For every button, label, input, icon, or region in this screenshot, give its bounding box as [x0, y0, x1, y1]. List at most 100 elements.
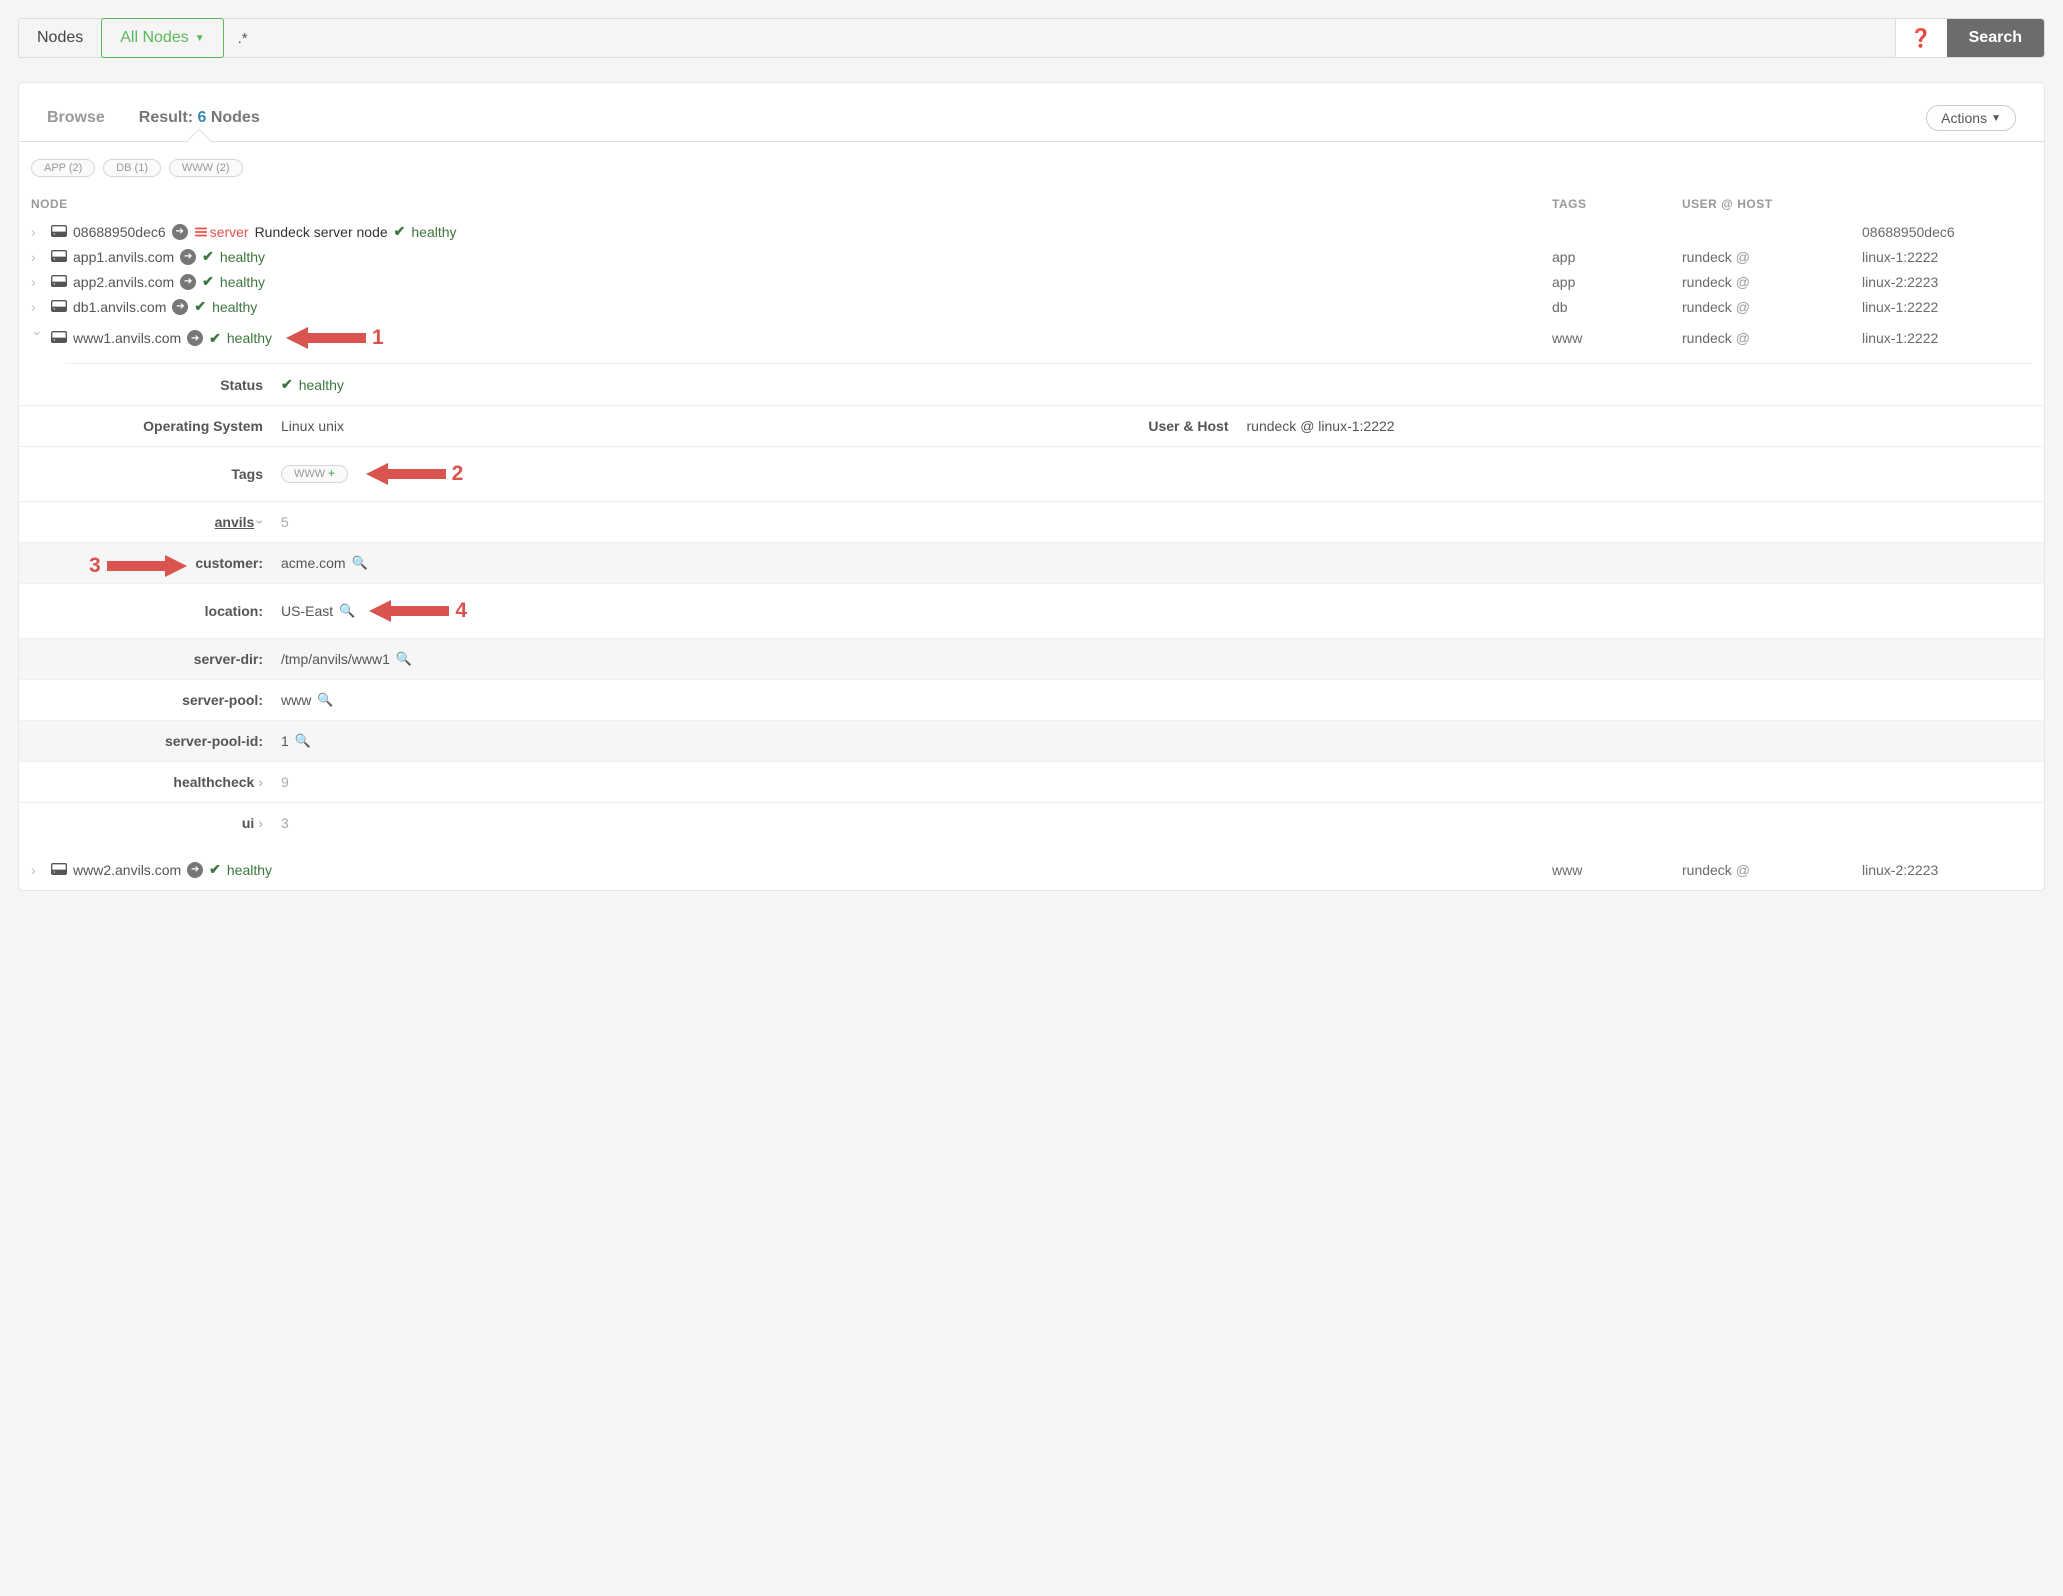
customer-label: customer: — [31, 555, 281, 571]
tab-browse[interactable]: Browse — [47, 105, 105, 141]
status-value: healthy — [299, 377, 344, 393]
check-icon: ✔ — [202, 273, 214, 290]
search-button[interactable]: Search — [1947, 19, 2044, 57]
columns-header: NODE TAGS USER @ HOST — [19, 187, 2044, 219]
chevron-right-icon: › — [31, 249, 45, 265]
plus-icon[interactable]: + — [328, 468, 334, 480]
search-icon[interactable]: 🔍 — [339, 603, 355, 619]
serverpoolid-value: 1 — [281, 733, 289, 749]
run-icon[interactable]: ➔ — [172, 299, 188, 315]
run-icon[interactable]: ➔ — [187, 330, 203, 346]
search-icon[interactable]: 🔍 — [396, 651, 412, 667]
annotation-arrow-1: 1 — [286, 323, 384, 353]
hdd-icon — [51, 274, 67, 290]
chevron-down-icon: › — [30, 331, 46, 345]
help-button[interactable]: ❓ — [1895, 19, 1947, 57]
node-user: rundeck @ — [1682, 862, 1862, 878]
status-label: Status — [31, 377, 281, 393]
run-icon[interactable]: ➔ — [180, 249, 196, 265]
node-name: www1.anvils.com — [73, 330, 181, 346]
search-icon[interactable]: 🔍 — [352, 555, 368, 571]
annotation-number: 2 — [452, 462, 464, 486]
node-row[interactable]: › www2.anvils.com ➔ ✔ healthy www rundec… — [19, 857, 2044, 882]
serverdir-label: server-dir: — [31, 651, 281, 667]
check-icon: ✔ — [209, 330, 221, 347]
check-icon: ✔ — [209, 861, 221, 878]
os-label: Operating System — [31, 418, 281, 434]
node-description: Rundeck server node — [255, 224, 388, 240]
search-icon[interactable]: 🔍 — [295, 733, 311, 749]
detail-status-row: Status ✔ healthy — [19, 364, 2044, 405]
node-host: 08688950dec6 — [1862, 224, 2032, 240]
chevron-right-icon: › — [31, 299, 45, 315]
run-icon[interactable]: ➔ — [187, 862, 203, 878]
healthcheck-label: healthcheck — [173, 774, 254, 790]
customer-value: acme.com — [281, 555, 346, 571]
check-icon: ✔ — [202, 248, 214, 265]
run-icon[interactable]: ➔ — [172, 224, 188, 240]
check-icon: ✔ — [394, 223, 406, 240]
node-tags: www — [1552, 862, 1682, 878]
check-icon: ✔ — [281, 376, 293, 393]
chip-www[interactable]: WWW (2) — [169, 159, 243, 177]
server-badge-text: server — [210, 224, 249, 240]
hdd-icon — [51, 862, 67, 878]
node-name: db1.anvils.com — [73, 299, 166, 315]
chip-app[interactable]: APP (2) — [31, 159, 95, 177]
col-node: NODE — [31, 197, 1552, 211]
chevron-right-icon: › — [258, 815, 263, 831]
all-nodes-dropdown[interactable]: All Nodes ▼ — [101, 18, 223, 58]
health-status: healthy — [411, 224, 456, 240]
node-host: linux-1:2222 — [1862, 299, 2032, 315]
node-name: www2.anvils.com — [73, 862, 181, 878]
all-nodes-label: All Nodes — [120, 29, 188, 47]
tab-result[interactable]: Result: 6 Nodes — [139, 105, 260, 141]
search-icon[interactable]: 🔍 — [317, 692, 333, 708]
tag-chip[interactable]: WWW + — [281, 465, 348, 483]
node-name: app2.anvils.com — [73, 274, 174, 290]
detail-ui-row[interactable]: ui› 3 — [19, 802, 2044, 843]
serverpool-label: server-pool: — [31, 692, 281, 708]
node-user: rundeck @ — [1682, 274, 1862, 290]
node-row[interactable]: › db1.anvils.com ➔ ✔ healthy db rundeck … — [19, 294, 2044, 319]
result-prefix: Result: — [139, 109, 198, 126]
help-icon: ❓ — [1910, 28, 1932, 49]
location-label: location: — [31, 603, 281, 619]
chevron-right-icon: › — [31, 862, 45, 878]
node-user: rundeck @ — [1682, 249, 1862, 265]
node-row[interactable]: › 08688950dec6 ➔ server Rundeck server n… — [19, 219, 2044, 244]
detail-customer-row: customer: acme.com🔍 3 — [19, 542, 2044, 583]
detail-os-row: Operating System Linux unix User & Host … — [19, 405, 2044, 446]
location-value: US-East — [281, 603, 333, 619]
node-host: linux-2:2223 — [1862, 862, 2032, 878]
anvils-link[interactable]: anvils — [215, 514, 255, 530]
serverpool-value: www — [281, 692, 311, 708]
userhost-label: User & Host — [1067, 418, 1247, 434]
tag-chip-text: WWW — [294, 468, 325, 480]
health-status: healthy — [212, 299, 257, 315]
node-row-expanded[interactable]: › www1.anvils.com ➔ ✔ healthy 1 www rund… — [19, 319, 2044, 357]
healthcheck-count: 9 — [281, 774, 2032, 790]
detail-healthcheck-row[interactable]: healthcheck› 9 — [19, 761, 2044, 802]
ui-label: ui — [242, 815, 254, 831]
userhost-value: rundeck @ linux-1:2222 — [1247, 418, 2033, 434]
health-status: healthy — [220, 274, 265, 290]
results-card: Browse Result: 6 Nodes Actions ▼ APP (2)… — [18, 82, 2045, 891]
health-status: healthy — [227, 330, 272, 346]
chevron-right-icon: › — [258, 774, 263, 790]
os-value: Linux unix — [281, 418, 1067, 434]
node-row[interactable]: › app1.anvils.com ➔ ✔ healthy app rundec… — [19, 244, 2044, 269]
chip-db[interactable]: DB (1) — [103, 159, 161, 177]
hdd-icon — [51, 224, 67, 240]
run-icon[interactable]: ➔ — [180, 274, 196, 290]
detail-anvils-row[interactable]: anvils› 5 — [19, 501, 2044, 542]
node-tags: db — [1552, 299, 1682, 315]
tab-row: Browse Result: 6 Nodes Actions ▼ — [19, 105, 2044, 142]
node-row[interactable]: › app2.anvils.com ➔ ✔ healthy app rundec… — [19, 269, 2044, 294]
detail-tags-row: Tags WWW + 2 — [19, 446, 2044, 501]
nodes-breadcrumb[interactable]: Nodes — [19, 19, 102, 57]
node-query-input[interactable] — [224, 19, 1895, 57]
check-icon: ✔ — [194, 298, 206, 315]
actions-dropdown[interactable]: Actions ▼ — [1926, 105, 2016, 131]
node-host: linux-1:2222 — [1862, 249, 2032, 265]
